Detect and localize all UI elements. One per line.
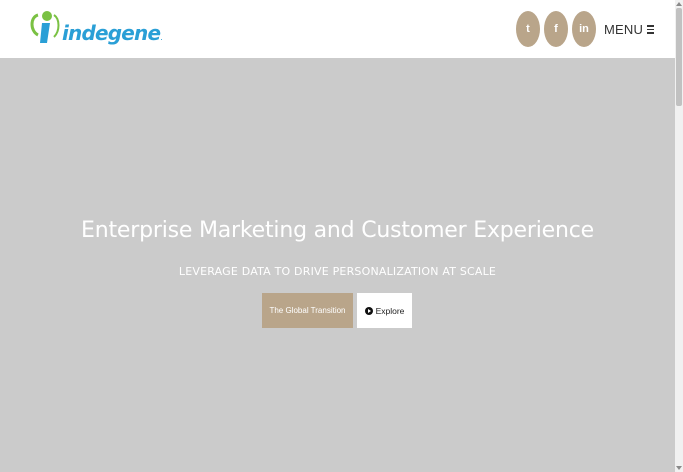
scroll-down-icon[interactable]	[676, 466, 682, 470]
play-icon	[364, 306, 373, 315]
linkedin-icon[interactable]: in	[572, 11, 596, 47]
page: indegene. t f in MENU Enterprise Marketi…	[0, 0, 683, 472]
hero-title: Enterprise Marketing and Customer Experi…	[81, 218, 594, 243]
logo-text: indegene.	[62, 21, 163, 45]
global-transition-button[interactable]: The Global Transition	[262, 293, 353, 328]
hamburger-icon	[647, 25, 655, 34]
menu-button[interactable]: MENU	[604, 22, 655, 37]
menu-label: MENU	[604, 22, 644, 37]
hero-subtitle: LEVERAGE DATA TO DRIVE PERSONALIZATION A…	[178, 265, 497, 278]
vertical-scrollbar[interactable]	[675, 0, 683, 472]
explore-label: Explore	[375, 305, 405, 316]
twitter-icon[interactable]: t	[516, 11, 540, 47]
scroll-thumb[interactable]	[676, 8, 682, 106]
scroll-up-icon[interactable]	[676, 2, 682, 6]
social-links: t f in	[516, 11, 596, 47]
site-header: indegene. t f in MENU	[0, 0, 675, 58]
facebook-icon[interactable]: f	[544, 11, 568, 47]
hero-banner: Enterprise Marketing and Customer Experi…	[0, 58, 675, 472]
logo-mark-icon	[30, 11, 60, 43]
indegene-logo[interactable]: indegene.	[28, 7, 163, 47]
explore-button[interactable]: Explore	[357, 293, 412, 328]
